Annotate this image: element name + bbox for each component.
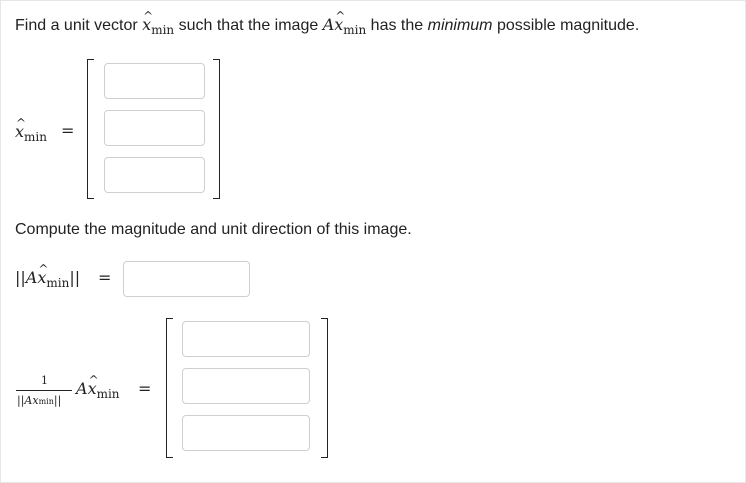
norm-open: || xyxy=(15,268,26,287)
x-hat-symbol: x xyxy=(142,6,153,35)
unit-input-1[interactable] xyxy=(182,321,310,357)
xmin-label: xmin xyxy=(15,113,47,144)
left-bracket xyxy=(87,59,94,199)
xmin-input-1[interactable] xyxy=(104,63,205,99)
emphasis-minimum: minimum xyxy=(427,17,493,34)
matrix-A-symbol: A xyxy=(25,268,38,287)
prompt-text: such that the image xyxy=(174,17,323,34)
question-panel: Find a unit vector xmin such that the im… xyxy=(0,0,746,483)
question-prompt-1: Find a unit vector xmin such that the im… xyxy=(15,6,640,37)
xmin-input-2[interactable] xyxy=(104,110,205,146)
fraction-bar xyxy=(16,390,72,391)
x-hat-symbol: x xyxy=(88,370,99,399)
left-bracket xyxy=(166,318,173,458)
norm-label: ||Axmin|| xyxy=(15,259,81,290)
fraction-denominator: ||Axmin|| xyxy=(17,394,61,407)
prompt-text: possible magnitude. xyxy=(492,17,640,34)
equals-sign: = xyxy=(138,379,152,398)
unit-vector-label: Axmin xyxy=(76,370,120,401)
x-hat-symbol: x xyxy=(334,6,345,35)
subscript-min: min xyxy=(343,23,367,37)
matrix-A-symbol: A xyxy=(76,379,88,398)
x-hat-symbol: x xyxy=(15,113,26,142)
norm-close: || xyxy=(53,394,62,407)
prompt-text: Find a unit vector xyxy=(15,17,143,34)
subscript-min: min xyxy=(38,397,54,406)
prompt-text: has the xyxy=(366,17,428,34)
equals-sign: = xyxy=(98,268,112,287)
subscript-min: min xyxy=(151,23,175,37)
unit-input-2[interactable] xyxy=(182,368,310,404)
matrix-A-symbol: A xyxy=(322,15,335,34)
right-bracket xyxy=(213,59,220,199)
fraction-numerator: 1 xyxy=(41,374,48,387)
subscript-min: min xyxy=(46,276,70,290)
norm-input[interactable] xyxy=(123,261,250,297)
xmin-input-3[interactable] xyxy=(104,157,205,193)
unit-input-3[interactable] xyxy=(182,415,310,451)
norm-close: || xyxy=(69,268,81,287)
equals-sign: = xyxy=(61,121,75,140)
subscript-min: min xyxy=(24,130,47,144)
right-bracket xyxy=(321,318,328,458)
question-prompt-2: Compute the magnitude and unit direction… xyxy=(15,221,412,238)
subscript-min: min xyxy=(96,387,120,401)
